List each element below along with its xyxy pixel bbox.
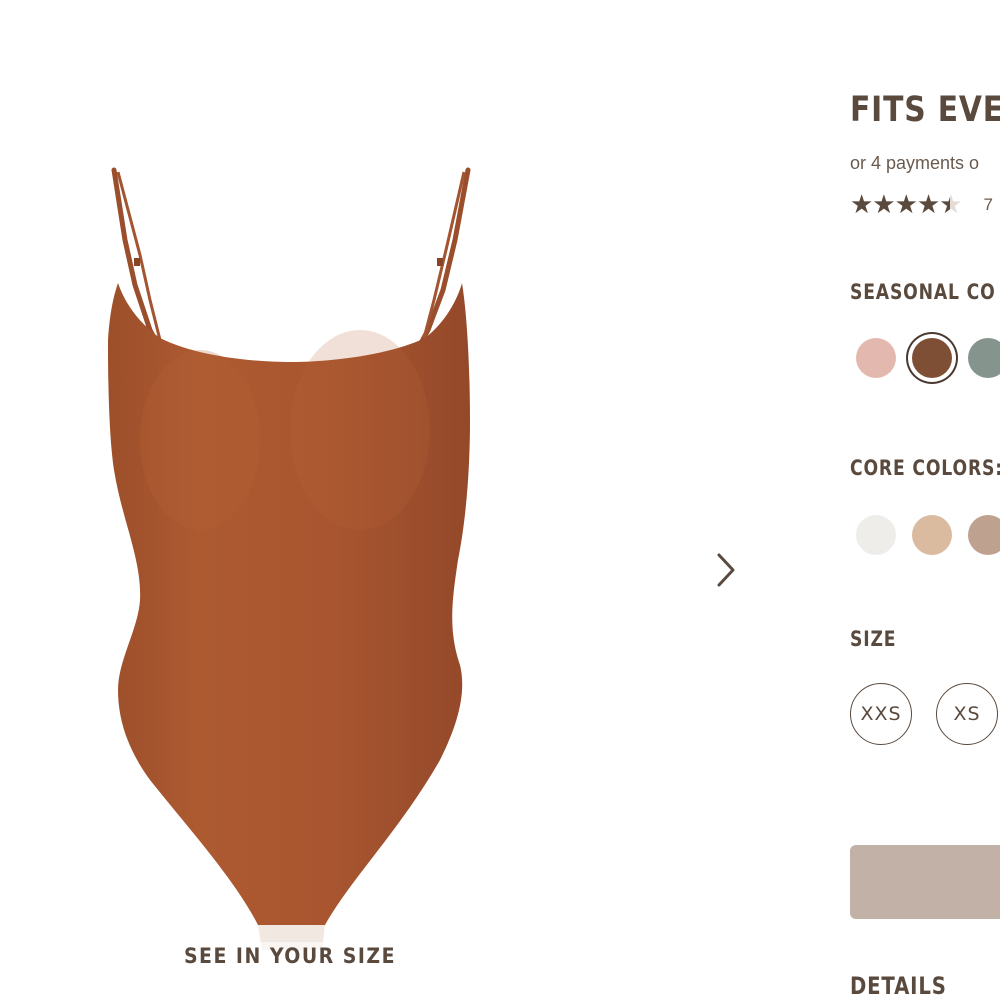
core-swatches — [850, 515, 1000, 555]
product-image: SEE IN YOUR SIZE — [0, 0, 780, 1000]
review-count: 7 — [983, 195, 994, 214]
seasonal-color-swatch[interactable] — [968, 338, 1000, 378]
core-color-swatch[interactable] — [968, 515, 1000, 555]
rating-stars: ★★★★★ ★★★★★ — [850, 190, 963, 220]
details-heading[interactable]: DETAILS — [850, 972, 947, 1000]
product-page: SEE IN YOUR SIZE FITS EVE or 4 payments … — [0, 0, 1000, 1000]
seasonal-colors-label: SEASONAL CO — [850, 280, 996, 304]
size-options: XXS XS — [850, 683, 1000, 745]
core-color-swatch[interactable] — [912, 515, 952, 555]
seasonal-swatches — [850, 338, 1000, 378]
chevron-right-icon[interactable] — [708, 548, 744, 592]
size-label: SIZE — [850, 627, 897, 651]
rating-stars-fill: ★★★★★ — [850, 190, 950, 220]
product-title: FITS EVE — [850, 90, 1000, 130]
payments-text: or 4 payments o — [850, 153, 980, 173]
rating[interactable]: ★★★★★ ★★★★★ 7 — [850, 190, 993, 220]
see-in-your-size-button[interactable]: SEE IN YOUR SIZE — [160, 942, 420, 972]
product-info-panel: FITS EVE or 4 payments o ★★★★★ ★★★★★ 7 S… — [850, 0, 1000, 1000]
add-to-bag-button[interactable] — [850, 845, 1000, 919]
seasonal-color-swatch[interactable] — [856, 338, 896, 378]
size-option-xxs[interactable]: XXS — [850, 683, 912, 745]
bodysuit-image — [108, 167, 471, 950]
core-color-swatch[interactable] — [856, 515, 896, 555]
size-option-xs[interactable]: XS — [936, 683, 998, 745]
core-colors-label: CORE COLORS: — [850, 456, 1000, 480]
seasonal-color-swatch[interactable] — [912, 338, 952, 378]
